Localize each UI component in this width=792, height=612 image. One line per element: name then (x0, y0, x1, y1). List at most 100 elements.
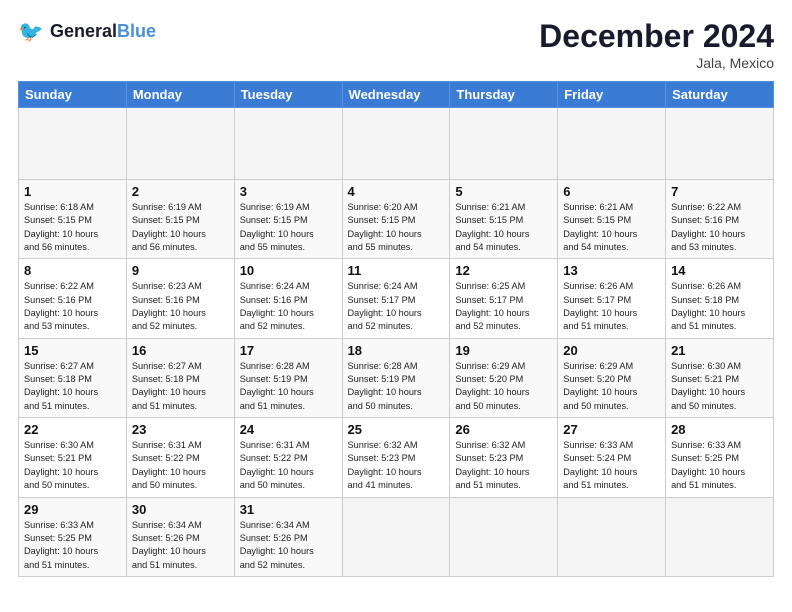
day-info: Sunrise: 6:19 AMSunset: 5:15 PMDaylight:… (240, 201, 337, 254)
calendar-cell: 20 Sunrise: 6:29 AMSunset: 5:20 PMDayligh… (558, 338, 666, 417)
header: 🐦 GeneralBlue December 2024 Jala, Mexico (18, 18, 774, 71)
day-info: Sunrise: 6:25 AMSunset: 5:17 PMDaylight:… (455, 280, 552, 333)
day-info: Sunrise: 6:32 AMSunset: 5:23 PMDaylight:… (348, 439, 445, 492)
calendar-cell (450, 497, 558, 576)
calendar-cell: 19Sunrise: 6:29 AMSunset: 5:20 PMDayligh… (450, 338, 558, 417)
calendar-week-row: 22 Sunrise: 6:30 AMSunset: 5:21 PMDayligh… (19, 418, 774, 497)
day-number: 1 (24, 184, 121, 199)
calendar-cell: 17 Sunrise: 6:28 AMSunset: 5:19 PMDayligh… (234, 338, 342, 417)
calendar-cell: 14Sunrise: 6:26 AMSunset: 5:18 PMDayligh… (666, 259, 774, 338)
day-info: Sunrise: 6:27 AMSunset: 5:18 PMDaylight:… (24, 360, 121, 413)
calendar-table: SundayMondayTuesdayWednesdayThursdayFrid… (18, 81, 774, 577)
day-number: 17 (240, 343, 337, 358)
calendar-cell: 10Sunrise: 6:24 AMSunset: 5:16 PMDayligh… (234, 259, 342, 338)
day-number: 9 (132, 263, 229, 278)
day-number: 25 (348, 422, 445, 437)
calendar-cell: 18 Sunrise: 6:28 AMSunset: 5:19 PMDayligh… (342, 338, 450, 417)
day-number: 12 (455, 263, 552, 278)
day-info: Sunrise: 6:24 AMSunset: 5:16 PMDaylight:… (240, 280, 337, 333)
day-number: 13 (563, 263, 660, 278)
calendar-week-row: 15Sunrise: 6:27 AMSunset: 5:18 PMDayligh… (19, 338, 774, 417)
day-number: 24 (240, 422, 337, 437)
day-number: 29 (24, 502, 121, 517)
day-info: Sunrise: 6:28 AMSunset: 5:19 PMDaylight:… (240, 360, 337, 413)
day-info: Sunrise: 6:21 AMSunset: 5:15 PMDaylight:… (563, 201, 660, 254)
day-number: 27 (563, 422, 660, 437)
calendar-cell: 28Sunrise: 6:33 AMSunset: 5:25 PMDayligh… (666, 418, 774, 497)
day-number: 16 (132, 343, 229, 358)
month-title: December 2024 (539, 18, 774, 55)
calendar-cell: 9 Sunrise: 6:23 AMSunset: 5:16 PMDaylight… (126, 259, 234, 338)
calendar-cell: 13 Sunrise: 6:26 AMSunset: 5:17 PMDayligh… (558, 259, 666, 338)
day-info: Sunrise: 6:30 AMSunset: 5:21 PMDaylight:… (24, 439, 121, 492)
calendar-week-row (19, 108, 774, 180)
day-info: Sunrise: 6:21 AMSunset: 5:15 PMDaylight:… (455, 201, 552, 254)
day-info: Sunrise: 6:30 AMSunset: 5:21 PMDaylight:… (671, 360, 768, 413)
calendar-cell: 29Sunrise: 6:33 AMSunset: 5:25 PMDayligh… (19, 497, 127, 576)
calendar-cell: 11Sunrise: 6:24 AMSunset: 5:17 PMDayligh… (342, 259, 450, 338)
calendar-cell (126, 108, 234, 180)
calendar-cell: 5Sunrise: 6:21 AMSunset: 5:15 PMDaylight… (450, 180, 558, 259)
calendar-week-row: 8 Sunrise: 6:22 AMSunset: 5:16 PMDaylight… (19, 259, 774, 338)
day-number: 7 (671, 184, 768, 199)
day-info: Sunrise: 6:28 AMSunset: 5:19 PMDaylight:… (348, 360, 445, 413)
weekday-header: Wednesday (342, 82, 450, 108)
weekday-header: Thursday (450, 82, 558, 108)
day-number: 2 (132, 184, 229, 199)
calendar-cell: 16Sunrise: 6:27 AMSunset: 5:18 PMDayligh… (126, 338, 234, 417)
calendar-cell: 25 Sunrise: 6:32 AMSunset: 5:23 PMDayligh… (342, 418, 450, 497)
day-info: Sunrise: 6:34 AMSunset: 5:26 PMDaylight:… (240, 519, 337, 572)
calendar-cell: 3Sunrise: 6:19 AMSunset: 5:15 PMDaylight… (234, 180, 342, 259)
calendar-cell: 4Sunrise: 6:20 AMSunset: 5:15 PMDaylight… (342, 180, 450, 259)
calendar-cell (342, 108, 450, 180)
calendar-cell: 6 Sunrise: 6:21 AMSunset: 5:15 PMDaylight… (558, 180, 666, 259)
calendar-cell: 2Sunrise: 6:19 AMSunset: 5:15 PMDaylight… (126, 180, 234, 259)
calendar-week-row: 29Sunrise: 6:33 AMSunset: 5:25 PMDayligh… (19, 497, 774, 576)
weekday-header: Friday (558, 82, 666, 108)
calendar-cell (450, 108, 558, 180)
day-number: 22 (24, 422, 121, 437)
svg-text:🐦: 🐦 (18, 21, 44, 44)
weekday-header-row: SundayMondayTuesdayWednesdayThursdayFrid… (19, 82, 774, 108)
day-info: Sunrise: 6:33 AMSunset: 5:24 PMDaylight:… (563, 439, 660, 492)
day-number: 20 (563, 343, 660, 358)
calendar-cell (558, 108, 666, 180)
calendar-cell: 27 Sunrise: 6:33 AMSunset: 5:24 PMDayligh… (558, 418, 666, 497)
calendar-cell: 1Sunrise: 6:18 AMSunset: 5:15 PMDaylight… (19, 180, 127, 259)
calendar-week-row: 1Sunrise: 6:18 AMSunset: 5:15 PMDaylight… (19, 180, 774, 259)
day-info: Sunrise: 6:31 AMSunset: 5:22 PMDaylight:… (240, 439, 337, 492)
day-number: 30 (132, 502, 229, 517)
day-info: Sunrise: 6:32 AMSunset: 5:23 PMDaylight:… (455, 439, 552, 492)
calendar-cell: 23Sunrise: 6:31 AMSunset: 5:22 PMDayligh… (126, 418, 234, 497)
calendar-cell (234, 108, 342, 180)
location: Jala, Mexico (539, 55, 774, 71)
weekday-header: Saturday (666, 82, 774, 108)
calendar-cell (342, 497, 450, 576)
calendar-cell: 24 Sunrise: 6:31 AMSunset: 5:22 PMDayligh… (234, 418, 342, 497)
weekday-header: Monday (126, 82, 234, 108)
day-info: Sunrise: 6:29 AMSunset: 5:20 PMDaylight:… (563, 360, 660, 413)
day-number: 18 (348, 343, 445, 358)
day-info: Sunrise: 6:34 AMSunset: 5:26 PMDaylight:… (132, 519, 229, 572)
day-number: 26 (455, 422, 552, 437)
day-number: 21 (671, 343, 768, 358)
calendar-cell: 31 Sunrise: 6:34 AMSunset: 5:26 PMDayligh… (234, 497, 342, 576)
calendar-cell: 26 Sunrise: 6:32 AMSunset: 5:23 PMDayligh… (450, 418, 558, 497)
day-info: Sunrise: 6:22 AMSunset: 5:16 PMDaylight:… (24, 280, 121, 333)
day-number: 31 (240, 502, 337, 517)
day-number: 4 (348, 184, 445, 199)
calendar-cell: 30 Sunrise: 6:34 AMSunset: 5:26 PMDayligh… (126, 497, 234, 576)
day-number: 6 (563, 184, 660, 199)
day-info: Sunrise: 6:26 AMSunset: 5:17 PMDaylight:… (563, 280, 660, 333)
day-number: 23 (132, 422, 229, 437)
day-info: Sunrise: 6:26 AMSunset: 5:18 PMDaylight:… (671, 280, 768, 333)
day-number: 28 (671, 422, 768, 437)
calendar-cell: 12 Sunrise: 6:25 AMSunset: 5:17 PMDayligh… (450, 259, 558, 338)
day-info: Sunrise: 6:23 AMSunset: 5:16 PMDaylight:… (132, 280, 229, 333)
day-number: 8 (24, 263, 121, 278)
calendar-cell (19, 108, 127, 180)
calendar-cell: 8 Sunrise: 6:22 AMSunset: 5:16 PMDaylight… (19, 259, 127, 338)
logo: 🐦 GeneralBlue (18, 18, 156, 46)
day-info: Sunrise: 6:24 AMSunset: 5:17 PMDaylight:… (348, 280, 445, 333)
calendar-cell (666, 108, 774, 180)
